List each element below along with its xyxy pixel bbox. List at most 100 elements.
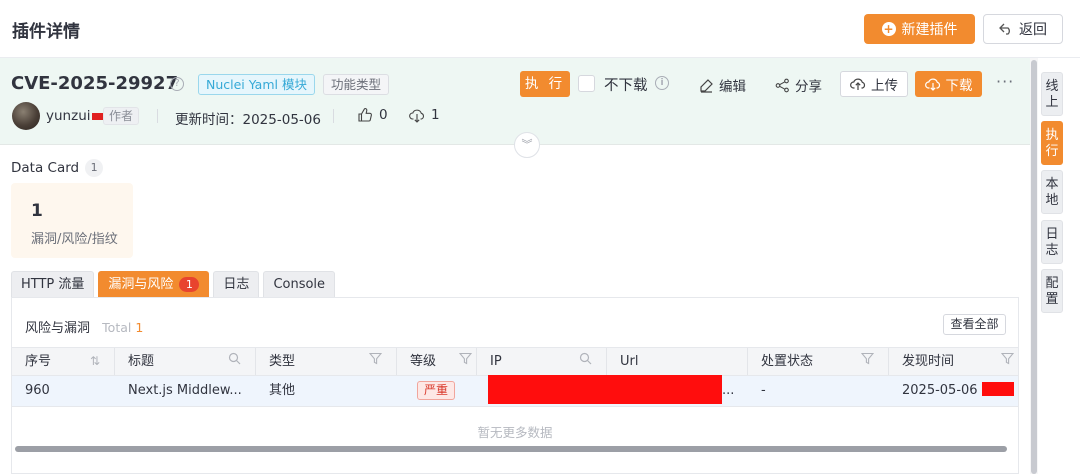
horizontal-scrollbar[interactable]	[15, 446, 1007, 452]
divider	[157, 109, 158, 123]
table-row[interactable]: 960 Next.js Middlew... 其他 严重 ... - 2025-…	[12, 375, 1018, 407]
tab-logs[interactable]: 日志	[213, 271, 260, 297]
edit-label: 编辑	[719, 79, 746, 95]
download-button[interactable]: 下载	[915, 71, 982, 97]
column-label: 序号	[25, 354, 52, 369]
stat-card-value: 1	[31, 201, 43, 221]
filter-icon[interactable]	[1000, 348, 1015, 375]
view-all-button[interactable]: 查看全部	[943, 314, 1006, 335]
column-header-level[interactable]: 等级	[397, 348, 477, 375]
column-header-id[interactable]: 序号 ⇅	[12, 348, 115, 375]
more-options-icon[interactable]: ···	[996, 72, 1014, 91]
author-tag: 作者	[103, 107, 140, 125]
column-label: Url	[620, 354, 639, 369]
filter-icon[interactable]	[458, 348, 473, 375]
cloud-download-icon	[924, 78, 940, 91]
cell-level: 严重	[404, 376, 477, 406]
tab-label: 漏洞与风险	[108, 277, 174, 292]
table-header: 序号 ⇅ 标题 类型 等级 IP Url 处置状态 发现时间	[12, 347, 1018, 376]
column-label: 类型	[269, 354, 296, 369]
author-name[interactable]: yunzui	[46, 108, 103, 124]
new-plugin-label: 新建插件	[901, 22, 958, 38]
side-tab-logs[interactable]: 日志	[1041, 220, 1063, 264]
author-name-text: yunzui	[46, 108, 91, 124]
edit-button[interactable]: 编辑	[699, 75, 746, 95]
risk-stat-card[interactable]: 1 漏洞/风险/指纹	[11, 183, 133, 258]
side-tab-config[interactable]: 配置	[1041, 269, 1063, 313]
update-time: 更新时间：2025-05-06	[175, 112, 321, 128]
total-count: 1	[135, 320, 144, 335]
tab-vulns-risks[interactable]: 漏洞与风险 1	[98, 271, 210, 297]
upload-label: 上传	[871, 78, 898, 94]
column-label: 标题	[128, 354, 155, 369]
avatar[interactable]	[12, 102, 40, 130]
tab-http-traffic[interactable]: HTTP 流量	[11, 271, 95, 297]
column-header-url[interactable]: Url	[607, 348, 748, 375]
risk-table-panel: 风险与漏洞 Total 1 查看全部 序号 ⇅ 标题 类型 等级 IP Url 处…	[11, 297, 1019, 474]
sort-icon[interactable]: ⇅	[90, 348, 100, 375]
tab-console[interactable]: Console	[263, 271, 336, 297]
filter-icon[interactable]	[368, 348, 383, 375]
plugin-category-tag: 功能类型	[323, 74, 390, 95]
vertical-scrollbar[interactable]	[1031, 60, 1037, 474]
table-title: 风险与漏洞 Total 1	[25, 317, 143, 336]
new-plugin-button[interactable]: + 新建插件	[864, 14, 975, 44]
tab-count-badge: 1	[179, 277, 200, 292]
tab-label: 日志	[223, 277, 250, 292]
total-label: Total	[102, 320, 132, 335]
cell-title[interactable]: Next.js Middlew...	[115, 376, 256, 406]
share-button[interactable]: 分享	[775, 75, 822, 95]
back-label: 返回	[1019, 22, 1047, 38]
column-label: 等级	[410, 354, 437, 369]
cell-url-ellipsis: ...	[722, 383, 735, 398]
plugin-name: CVE-2025-29927	[11, 73, 179, 94]
table-title-text: 风险与漏洞	[25, 321, 91, 336]
divider	[333, 109, 334, 123]
side-tab-online[interactable]: 线上	[1041, 72, 1063, 116]
execute-button[interactable]: 执 行	[520, 71, 570, 97]
column-header-ip[interactable]: IP	[477, 348, 607, 375]
column-header-title[interactable]: 标题	[115, 348, 256, 375]
empty-hint: 暂无更多数据	[477, 425, 553, 440]
column-label: IP	[490, 354, 502, 369]
download-label: 下载	[945, 78, 973, 94]
cell-id: 960	[25, 383, 50, 398]
side-tab-execute[interactable]: 执行	[1041, 121, 1063, 165]
cell-type: 其他	[269, 383, 296, 398]
no-download-label: 不下载	[604, 78, 648, 94]
data-card-heading: Data Card 1	[11, 159, 104, 177]
page-title: 插件详情	[12, 22, 80, 42]
upload-button[interactable]: 上传	[840, 71, 908, 97]
result-tabs: HTTP 流量 漏洞与风险 1 日志 Console	[11, 271, 336, 297]
redacted-ip-url	[488, 375, 722, 404]
like-button[interactable]: 0	[357, 107, 388, 123]
filter-icon[interactable]	[860, 348, 875, 375]
search-icon[interactable]	[228, 348, 241, 375]
info-icon[interactable]: i	[655, 76, 669, 90]
like-count: 0	[379, 107, 388, 123]
column-header-found-time[interactable]: 发现时间	[889, 348, 1018, 375]
redacted-time	[982, 382, 1014, 396]
column-header-type[interactable]: 类型	[256, 348, 397, 375]
no-download-checkbox[interactable]	[578, 75, 595, 92]
side-tab-local[interactable]: 本地	[1041, 170, 1063, 214]
column-header-status[interactable]: 处置状态	[748, 348, 889, 375]
data-card-label: Data Card	[11, 160, 80, 176]
data-card-count: 1	[85, 159, 104, 177]
stat-card-label: 漏洞/风险/指纹	[31, 232, 118, 247]
search-icon[interactable]	[579, 348, 592, 375]
plugin-header: CVE-2025-29927 ? Nuclei Yaml 模块 功能类型 执 行…	[0, 58, 1030, 145]
thumbs-up-icon	[358, 108, 372, 122]
top-bar: 插件详情 + 新建插件 返回	[0, 0, 1080, 58]
return-arrow-icon	[999, 23, 1010, 35]
plus-circle-icon: +	[881, 22, 896, 36]
column-label: 发现时间	[902, 354, 955, 369]
collapse-toggle-icon[interactable]: ︾	[514, 132, 540, 158]
help-icon[interactable]: ?	[170, 77, 184, 91]
flag-icon	[91, 112, 103, 120]
back-button[interactable]: 返回	[983, 14, 1063, 44]
download-count: 1	[431, 107, 440, 123]
tab-label: Console	[273, 277, 326, 292]
severity-badge: 严重	[417, 381, 456, 400]
tab-label: HTTP 流量	[21, 277, 85, 292]
